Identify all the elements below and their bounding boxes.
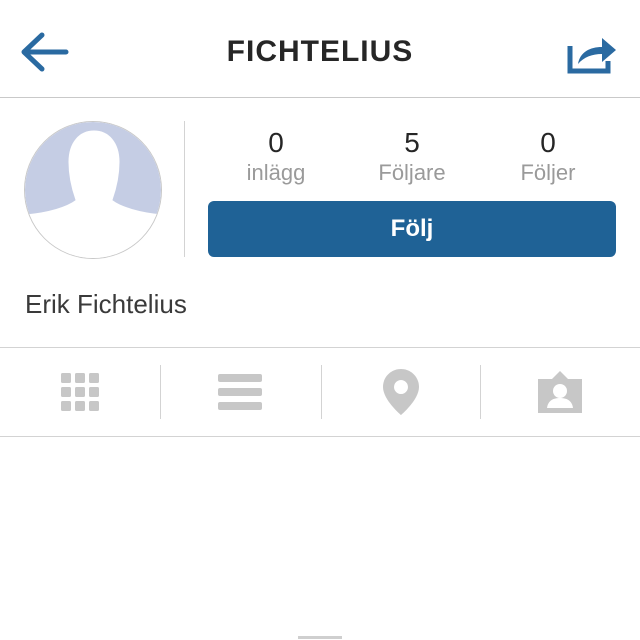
stat-posts[interactable]: 0 inlägg [206,126,346,186]
tab-tagged-view[interactable] [480,348,640,436]
profile-screen: FICHTELIUS 0 inlägg 5 Följare 0 Följer F… [0,0,640,640]
share-button[interactable] [566,34,618,74]
tab-map-view[interactable] [321,348,481,436]
tab-list-view[interactable] [160,348,320,436]
profile-full-name: Erik Fichtelius [25,289,187,319]
follow-button[interactable]: Följ [208,201,616,257]
home-indicator [298,636,342,639]
posts-count: 0 [268,127,284,158]
location-pin-icon [383,369,419,415]
tab-grid-view[interactable] [0,348,160,436]
profile-tab-bar [0,347,640,437]
stat-followers[interactable]: 5 Följare [342,126,482,186]
top-nav-bar: FICHTELIUS [0,0,640,98]
followers-count: 5 [404,127,420,158]
page-title: FICHTELIUS [226,35,414,68]
posts-label: inlägg [246,160,306,185]
share-icon [567,38,616,74]
grid-icon [61,373,99,411]
profile-divider [184,121,185,257]
profile-avatar[interactable] [24,121,162,259]
stat-following[interactable]: 0 Följer [478,126,618,186]
list-icon [218,374,262,410]
followers-label: Följare [378,160,446,185]
following-label: Följer [520,160,576,185]
tagged-person-icon [538,371,582,413]
default-avatar-icon [25,122,161,258]
following-count: 0 [540,127,556,158]
